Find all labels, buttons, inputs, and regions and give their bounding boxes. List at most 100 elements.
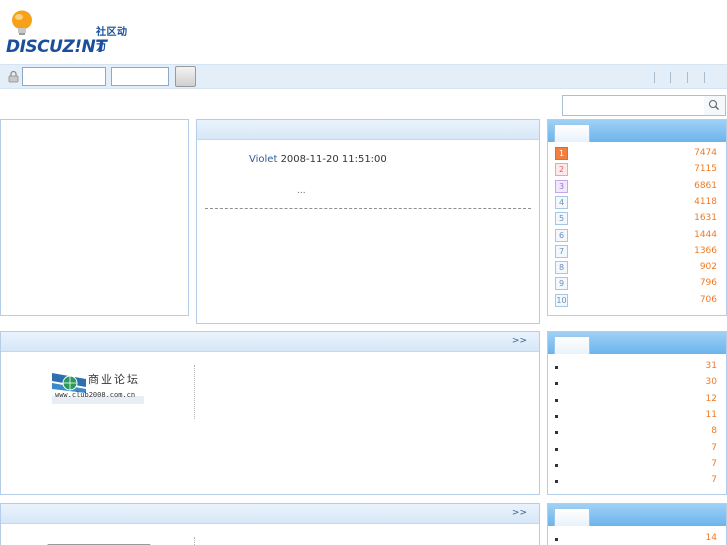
nav-separator: [704, 72, 705, 83]
ranking-row[interactable]: 4 4118: [555, 195, 717, 210]
rank-number-badge: 4: [555, 195, 568, 209]
rank-value: 902: [699, 262, 717, 273]
club-logo-url: www.club2008.com.cn: [55, 391, 136, 399]
post-meta: Violet 2008-11-20 11:51:00: [249, 154, 387, 165]
list-item-value: 7: [711, 475, 717, 486]
forum-page: 社区动力 DISCUZ!NT Violet 2008-11-20 11:51:0…: [0, 0, 727, 545]
rank-value: 1444: [694, 229, 717, 240]
panel-header: >>: [1, 332, 539, 352]
list-item-value: 14: [705, 533, 717, 543]
list-item[interactable]: 14: [555, 532, 717, 545]
rank-value: 7474: [694, 148, 717, 158]
hot-list-header: [548, 332, 726, 354]
list-item-value: 30: [705, 377, 717, 388]
left-blank-panel: [0, 119, 189, 316]
ranking-row[interactable]: 3 6861: [555, 179, 717, 194]
ranking-row[interactable]: 1 7474: [555, 147, 717, 161]
more-link[interactable]: >>: [512, 508, 527, 518]
rank-value: 706: [699, 294, 717, 305]
list-item[interactable]: 11: [555, 409, 717, 423]
dashed-divider: [205, 208, 531, 209]
ranking-panel: 1 7474 2 7115 3 6861 4 4118 5 1631 6 1444 7 1366 8 902 9…: [547, 119, 727, 316]
club-logo-title: 商业论坛: [88, 373, 140, 386]
bullet-icon: [555, 480, 558, 484]
club2008-logo[interactable]: 商业论坛 www.club2008.com.cn: [52, 367, 144, 407]
panel-header: [197, 120, 539, 140]
search-input[interactable]: [562, 95, 705, 116]
second-section-panel: >>: [0, 503, 540, 545]
ranking-header: [548, 120, 726, 142]
rank-value: 1366: [694, 245, 717, 256]
forum-section-panel: >> 商业论坛 www.club2008.com.cn: [0, 331, 540, 495]
bullet-icon: [555, 431, 558, 435]
latest-post-panel: Violet 2008-11-20 11:51:00 ...: [196, 119, 540, 324]
rank-number-badge: 6: [555, 228, 568, 242]
post-datetime: 2008-11-20 11:51:00: [280, 154, 387, 165]
rank-number-badge: 9: [555, 277, 568, 291]
dotted-divider: [194, 365, 195, 419]
login-bar: [0, 64, 727, 89]
ranking-row[interactable]: 9 796: [555, 277, 717, 291]
rank-value: 1631: [694, 213, 717, 224]
username-input[interactable]: [22, 67, 106, 86]
login-button[interactable]: [175, 66, 196, 87]
hot-list-tab[interactable]: [554, 336, 590, 354]
lightbulb-icon: [12, 10, 32, 35]
rank-number-badge: 3: [555, 179, 568, 193]
nav-separator: [687, 72, 688, 83]
ranking-row[interactable]: 5 1631: [555, 212, 717, 226]
rank-number-badge: 5: [555, 212, 568, 226]
logo-english-text: DISCUZ!NT: [6, 37, 107, 57]
rank-value: 4118: [694, 196, 717, 207]
rank-number-badge: 2: [555, 163, 568, 177]
ranking-row[interactable]: 2 7115: [555, 163, 717, 177]
list-item[interactable]: 12: [555, 393, 717, 407]
list-item-value: 7: [711, 442, 717, 453]
panel-header: >>: [1, 504, 539, 524]
rank-number-badge: 7: [555, 244, 568, 258]
bullet-icon: [555, 382, 558, 386]
lock-icon: [8, 70, 19, 83]
ranking-row[interactable]: 6 1444: [555, 228, 717, 243]
list-item-value: 31: [705, 361, 717, 371]
list-item-value: 12: [705, 393, 717, 404]
list-item[interactable]: 7: [555, 458, 717, 472]
bullet-icon: [555, 414, 558, 418]
password-input[interactable]: [111, 67, 169, 86]
search-icon: [708, 99, 719, 110]
third-list-panel: 14: [547, 503, 727, 545]
more-link[interactable]: >>: [512, 336, 527, 346]
dotted-divider: [194, 537, 195, 545]
list-item[interactable]: 7: [555, 474, 717, 488]
rank-number-badge: 1: [555, 147, 568, 160]
bullet-icon: [555, 366, 558, 369]
rank-number-badge: 8: [555, 261, 568, 275]
bullet-icon: [555, 463, 558, 467]
post-author-link[interactable]: Violet: [249, 154, 277, 165]
third-list-tab[interactable]: [554, 508, 590, 526]
list-item-value: 7: [711, 458, 717, 469]
third-list-header: [548, 504, 726, 526]
ranking-tab[interactable]: [554, 124, 590, 142]
rank-value: 7115: [694, 164, 717, 175]
bullet-icon: [555, 447, 558, 451]
list-item[interactable]: 8: [555, 425, 717, 439]
rank-value: 796: [699, 278, 717, 289]
rank-number-badge: 10: [555, 293, 568, 307]
list-item[interactable]: 30: [555, 376, 717, 390]
nav-separator: [670, 72, 671, 83]
bullet-icon: [555, 538, 558, 541]
discuz-logo[interactable]: 社区动力 DISCUZ!NT: [6, 10, 130, 57]
hot-list-panel: 31 30 12 11 8 7 7 7: [547, 331, 727, 495]
search-button[interactable]: [704, 95, 726, 116]
list-item[interactable]: 31: [555, 360, 717, 374]
list-item-value: 8: [711, 426, 717, 437]
list-item[interactable]: 7: [555, 442, 717, 456]
nav-separator: [654, 72, 655, 83]
ranking-row[interactable]: 7 1366: [555, 244, 717, 259]
ranking-row[interactable]: 10 706: [555, 293, 717, 308]
ranking-row[interactable]: 8 902: [555, 261, 717, 275]
list-item-value: 11: [705, 409, 717, 420]
rank-value: 6861: [694, 180, 717, 191]
post-excerpt: ...: [297, 186, 306, 196]
